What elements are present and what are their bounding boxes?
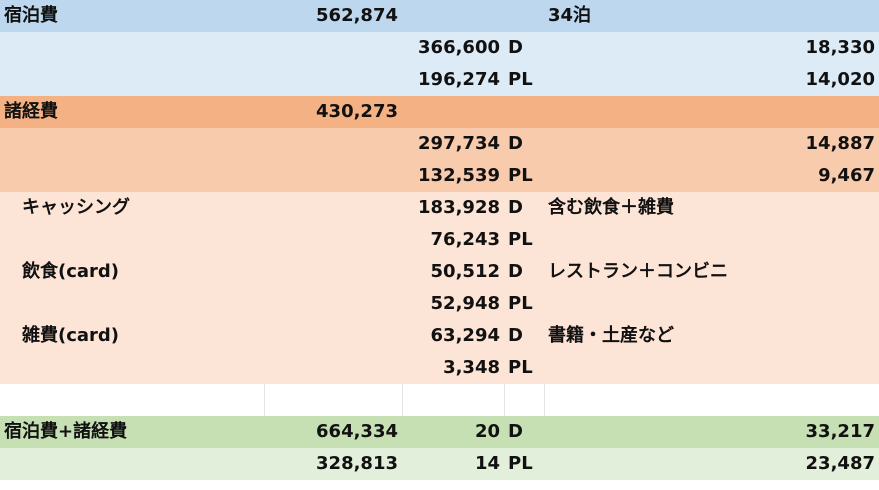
cashing-label[interactable]: キャッシング xyxy=(0,192,264,224)
combined-d-per[interactable]: 33,217 xyxy=(544,416,879,448)
empty-cell[interactable] xyxy=(0,128,264,160)
sundry-note[interactable]: 書籍・土産など xyxy=(544,320,879,352)
lodging-pl-per[interactable]: 14,020 xyxy=(544,64,879,96)
empty-cell[interactable] xyxy=(264,288,402,320)
cashing-d-row: キャッシング 183,928 D 含む飲食＋雑費 xyxy=(0,192,879,224)
empty-cell[interactable] xyxy=(0,160,264,192)
sundry-pl-row: 3,348 PL xyxy=(0,352,879,384)
sundry-pl-unit[interactable]: PL xyxy=(504,352,544,384)
misc-row: 諸経費 430,273 xyxy=(0,96,879,128)
food-pl-unit[interactable]: PL xyxy=(504,288,544,320)
sundry-d-amount[interactable]: 63,294 xyxy=(402,320,504,352)
food-label[interactable]: 飲食(card) xyxy=(0,256,264,288)
combined-pl-days[interactable]: 14 xyxy=(402,448,504,480)
expense-sheet: 宿泊費 562,874 34泊 366,600 D 18,330 196,274… xyxy=(0,0,879,480)
empty-cell[interactable] xyxy=(402,96,504,128)
empty-cell[interactable] xyxy=(0,384,265,416)
empty-cell[interactable] xyxy=(544,384,879,416)
empty-cell[interactable] xyxy=(0,448,264,480)
cashing-pl-row: 76,243 PL xyxy=(0,224,879,256)
empty-cell[interactable] xyxy=(544,288,879,320)
empty-cell[interactable] xyxy=(0,32,264,64)
food-d-row: 飲食(card) 50,512 D レストラン＋コンビニ xyxy=(0,256,879,288)
food-pl-row: 52,948 PL xyxy=(0,288,879,320)
combined-pl-unit[interactable]: PL xyxy=(504,448,544,480)
empty-cell[interactable] xyxy=(0,288,264,320)
combined-label[interactable]: 宿泊費+諸経費 xyxy=(0,416,264,448)
empty-cell[interactable] xyxy=(0,64,264,96)
empty-cell[interactable] xyxy=(402,0,504,32)
cashing-d-amount[interactable]: 183,928 xyxy=(402,192,504,224)
empty-cell[interactable] xyxy=(264,160,402,192)
empty-cell[interactable] xyxy=(544,96,879,128)
empty-cell[interactable] xyxy=(402,384,505,416)
combined-d-total[interactable]: 664,334 xyxy=(264,416,402,448)
empty-cell[interactable] xyxy=(0,224,264,256)
misc-label[interactable]: 諸経費 xyxy=(0,96,264,128)
lodging-row: 宿泊費 562,874 34泊 xyxy=(0,0,879,32)
food-note[interactable]: レストラン＋コンビニ xyxy=(544,256,879,288)
cashing-note[interactable]: 含む飲食＋雑費 xyxy=(544,192,879,224)
empty-cell[interactable] xyxy=(264,320,402,352)
food-pl-amount[interactable]: 52,948 xyxy=(402,288,504,320)
lodging-d-row: 366,600 D 18,330 xyxy=(0,32,879,64)
lodging-total[interactable]: 562,874 xyxy=(264,0,402,32)
lodging-nights[interactable]: 34泊 xyxy=(544,0,879,32)
combined-d-days[interactable]: 20 xyxy=(402,416,504,448)
lodging-pl-row: 196,274 PL 14,020 xyxy=(0,64,879,96)
misc-d-row: 297,734 D 14,887 xyxy=(0,128,879,160)
empty-cell[interactable] xyxy=(264,128,402,160)
sundry-pl-amount[interactable]: 3,348 xyxy=(402,352,504,384)
empty-cell[interactable] xyxy=(504,96,544,128)
lodging-pl-unit[interactable]: PL xyxy=(504,64,544,96)
cashing-d-unit[interactable]: D xyxy=(504,192,544,224)
lodging-d-unit[interactable]: D xyxy=(504,32,544,64)
food-d-amount[interactable]: 50,512 xyxy=(402,256,504,288)
empty-cell[interactable] xyxy=(264,32,402,64)
lodging-d-per[interactable]: 18,330 xyxy=(544,32,879,64)
empty-cell[interactable] xyxy=(264,192,402,224)
empty-cell[interactable] xyxy=(544,352,879,384)
misc-d-per[interactable]: 14,887 xyxy=(544,128,879,160)
combined-d-unit[interactable]: D xyxy=(504,416,544,448)
sundry-d-unit[interactable]: D xyxy=(504,320,544,352)
combined-d-row: 宿泊費+諸経費 664,334 20 D 33,217 xyxy=(0,416,879,448)
empty-cell[interactable] xyxy=(264,64,402,96)
misc-d-unit[interactable]: D xyxy=(504,128,544,160)
lodging-label[interactable]: 宿泊費 xyxy=(0,0,264,32)
lodging-pl-amount[interactable]: 196,274 xyxy=(402,64,504,96)
misc-pl-unit[interactable]: PL xyxy=(504,160,544,192)
misc-d-amount[interactable]: 297,734 xyxy=(402,128,504,160)
empty-cell[interactable] xyxy=(264,352,402,384)
misc-pl-amount[interactable]: 132,539 xyxy=(402,160,504,192)
empty-cell[interactable] xyxy=(504,0,544,32)
lodging-d-amount[interactable]: 366,600 xyxy=(402,32,504,64)
misc-pl-per[interactable]: 9,467 xyxy=(544,160,879,192)
empty-cell[interactable] xyxy=(504,384,545,416)
cashing-pl-amount[interactable]: 76,243 xyxy=(402,224,504,256)
empty-cell[interactable] xyxy=(544,224,879,256)
empty-cell[interactable] xyxy=(264,256,402,288)
combined-pl-total[interactable]: 328,813 xyxy=(264,448,402,480)
sundry-d-row: 雑費(card) 63,294 D 書籍・土産など xyxy=(0,320,879,352)
food-d-unit[interactable]: D xyxy=(504,256,544,288)
combined-pl-per[interactable]: 23,487 xyxy=(544,448,879,480)
cashing-pl-unit[interactable]: PL xyxy=(504,224,544,256)
misc-pl-row: 132,539 PL 9,467 xyxy=(0,160,879,192)
empty-cell[interactable] xyxy=(264,224,402,256)
combined-pl-row: 328,813 14 PL 23,487 xyxy=(0,448,879,480)
empty-cell[interactable] xyxy=(0,352,264,384)
sundry-label[interactable]: 雑費(card) xyxy=(0,320,264,352)
blank-row xyxy=(0,384,879,416)
empty-cell[interactable] xyxy=(264,384,403,416)
misc-total[interactable]: 430,273 xyxy=(264,96,402,128)
